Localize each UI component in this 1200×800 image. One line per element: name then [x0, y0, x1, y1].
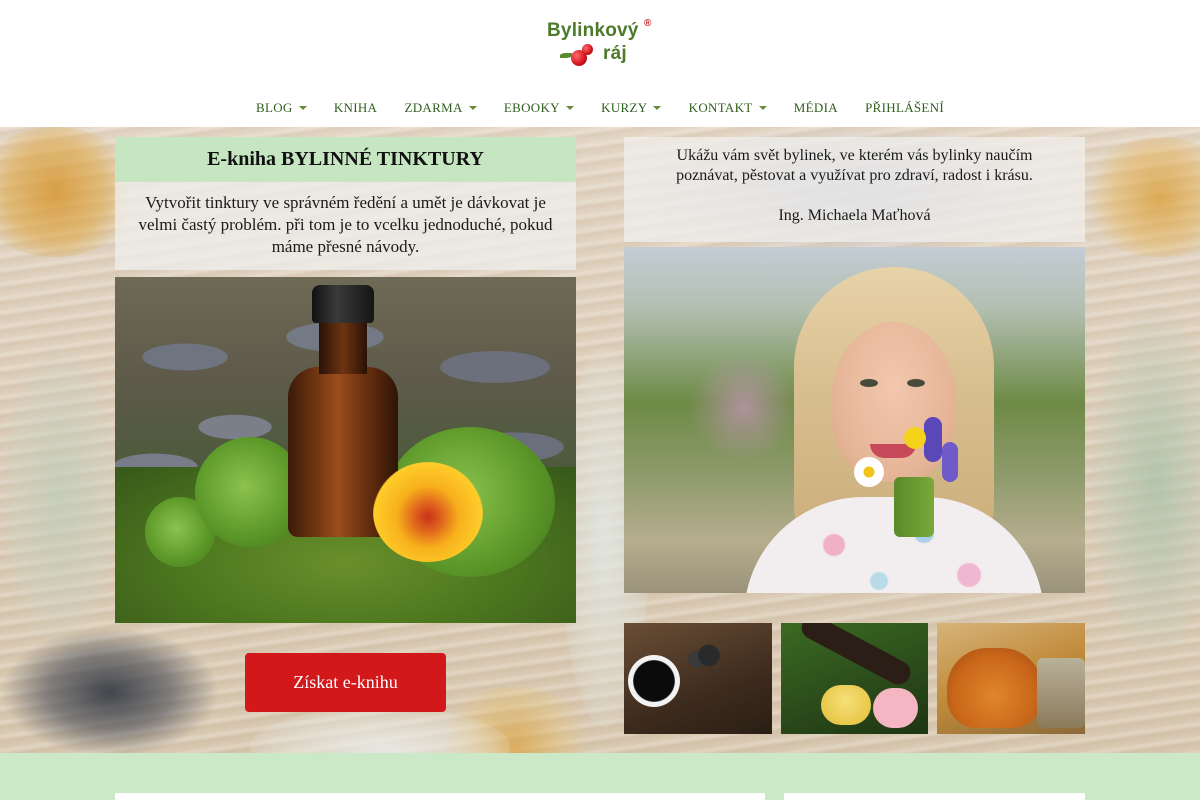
nav-item-kniha[interactable]: KNIHA — [334, 100, 377, 116]
yellow-flower — [904, 427, 926, 449]
chevron-down-icon — [653, 106, 662, 110]
tea-cup — [628, 655, 680, 707]
bottle-stopper — [312, 285, 374, 323]
author-portrait-photo — [624, 247, 1085, 593]
purple-flower — [924, 417, 942, 462]
nav-label: BLOG — [256, 100, 293, 115]
nav-item-prihlaseni[interactable]: PŘIHLÁŠENÍ — [865, 100, 944, 116]
logo-berry-small-icon — [582, 44, 593, 55]
nav-item-ebooky[interactable]: EBOOKY — [504, 100, 574, 116]
herbal-infusion-thumbnail[interactable] — [937, 623, 1085, 734]
intro-box: Ukážu vám svět bylinek, ve kterém vás by… — [624, 137, 1085, 242]
background-flowers — [684, 357, 804, 457]
nasturtium-flower — [373, 462, 483, 562]
root-salve-thumbnail[interactable] — [781, 623, 928, 734]
site-logo[interactable]: Bylinkový ® ráj — [540, 14, 670, 74]
nav-item-blog[interactable]: BLOG — [256, 100, 307, 116]
dried-seeds — [679, 638, 739, 673]
logo-text-line2: ráj — [603, 43, 627, 64]
daisy-flower — [854, 457, 884, 487]
ebook-description: Vytvořit tinktury ve správném ředění a u… — [138, 193, 553, 256]
chevron-down-icon — [468, 106, 477, 110]
ebook-title-box: E-kniha BYLINNÉ TINKTURY — [115, 137, 576, 182]
nav-item-kurzy[interactable]: KURZY — [601, 100, 662, 116]
nav-item-media[interactable]: MÉDIA — [794, 100, 838, 116]
main-navigation: BLOG KNIHA ZDARMA EBOOKY KURZY KONTAKT M… — [0, 100, 1200, 122]
ebook-description-box: Vytvořit tinktury ve správném ředění a u… — [115, 182, 576, 270]
bouquet-stems — [894, 477, 934, 537]
wildflower-bouquet — [854, 417, 974, 547]
site-header: Bylinkový ® ráj BLOG KNIHA ZDARMA EBOOKY… — [0, 0, 1200, 127]
pink-jar — [873, 688, 918, 728]
nav-item-kontakt[interactable]: KONTAKT — [689, 100, 767, 116]
herb-jars — [1037, 658, 1085, 728]
ebook-title: E-kniha BYLINNÉ TINKTURY — [207, 148, 484, 170]
chevron-down-icon — [298, 106, 307, 110]
purple-flower — [942, 442, 958, 482]
intro-text: Ukážu vám svět bylinek, ve kterém vás by… — [676, 147, 1033, 184]
nav-item-zdarma[interactable]: ZDARMA — [405, 100, 477, 116]
nav-label: PŘIHLÁŠENÍ — [865, 100, 944, 115]
get-ebook-button[interactable]: Získat e-knihu — [245, 653, 446, 712]
root — [797, 623, 915, 689]
dried-herb-decoration — [0, 627, 220, 753]
eye — [907, 379, 925, 387]
bottle-neck — [319, 319, 367, 374]
registered-mark: ® — [644, 18, 652, 29]
herbal-tea-thumbnail[interactable] — [624, 623, 772, 734]
chevron-down-icon — [565, 106, 574, 110]
eye — [860, 379, 878, 387]
nav-label: KNIHA — [333, 100, 378, 115]
nav-label: KONTAKT — [688, 100, 753, 115]
nav-label: ZDARMA — [404, 100, 463, 115]
tincture-bottle-photo — [115, 277, 576, 623]
sidebar-card — [784, 793, 1085, 800]
salve-jar — [821, 685, 871, 725]
logo-text-line1: Bylinkový — [547, 20, 639, 41]
nav-label: MÉDIA — [793, 100, 838, 115]
sage-decoration — [0, 347, 120, 647]
nav-label: KURZY — [601, 100, 648, 115]
author-name: Ing. Michaela Maťhová — [778, 207, 931, 224]
glass-teapot — [947, 648, 1042, 728]
content-card — [115, 793, 765, 800]
nav-label: EBOOKY — [503, 100, 560, 115]
chevron-down-icon — [758, 106, 767, 110]
